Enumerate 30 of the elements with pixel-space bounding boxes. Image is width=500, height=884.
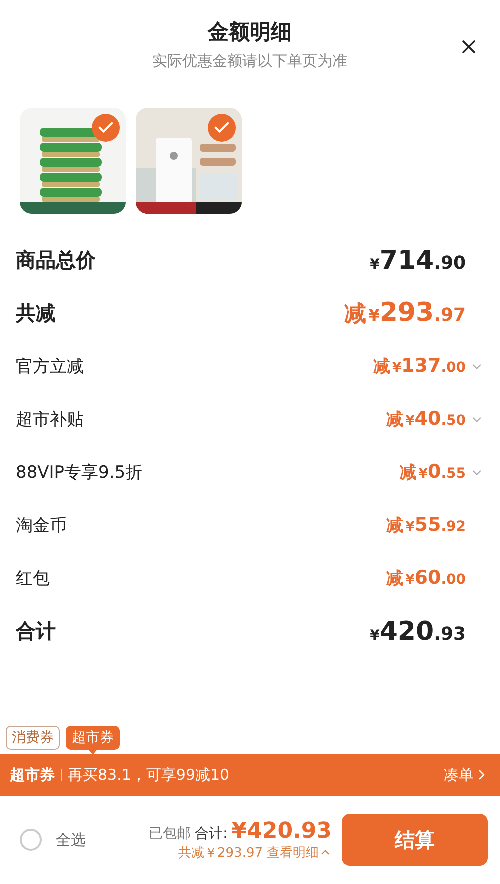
price-amount: 减¥137.00 <box>373 355 484 378</box>
price-amount: 减¥0.55 <box>400 461 484 484</box>
price-amount: 减¥60.00 <box>386 567 467 590</box>
select-all-label: 全选 <box>56 830 86 850</box>
price-amount: ¥714.90 <box>370 246 467 276</box>
sheet-subtitle: 实际优惠金额请以下单页为准 <box>152 52 348 71</box>
price-label: 淘金币 <box>16 515 67 537</box>
price-amount: 减¥55.92 <box>386 514 467 537</box>
shipping-text: 已包邮 <box>149 824 192 842</box>
sheet-title: 金额明细 <box>208 19 292 46</box>
price-label: 88VIP专享9.5折 <box>16 462 143 484</box>
price-label: 合计 <box>16 618 56 645</box>
price-amount: ¥420.93 <box>370 616 467 646</box>
select-all-radio[interactable] <box>20 829 42 851</box>
coupon-tab[interactable]: 消费券 <box>6 726 60 750</box>
price-label: 商品总价 <box>16 247 96 274</box>
total-label: 合计: <box>195 824 228 842</box>
price-amount: 减¥40.50 <box>386 408 484 431</box>
price-label: 官方立减 <box>16 356 84 378</box>
coupon-tag: 超市券 <box>10 766 55 784</box>
price-label: 红包 <box>16 568 50 590</box>
total-amount: ¥420.93 <box>232 818 332 844</box>
add-items-link[interactable]: 凑单 <box>444 766 490 784</box>
price-label: 共减 <box>16 300 56 327</box>
view-details-link[interactable]: 查看明细 <box>267 844 332 862</box>
price-amount: 减¥293.97 <box>344 298 467 329</box>
coupon-message: 再买83.1，可享99减10 <box>68 766 231 784</box>
price-label: 超市补贴 <box>16 409 84 431</box>
checkout-button[interactable]: 结算 <box>342 814 488 866</box>
savings-text: 共减￥293.97 <box>178 844 263 862</box>
